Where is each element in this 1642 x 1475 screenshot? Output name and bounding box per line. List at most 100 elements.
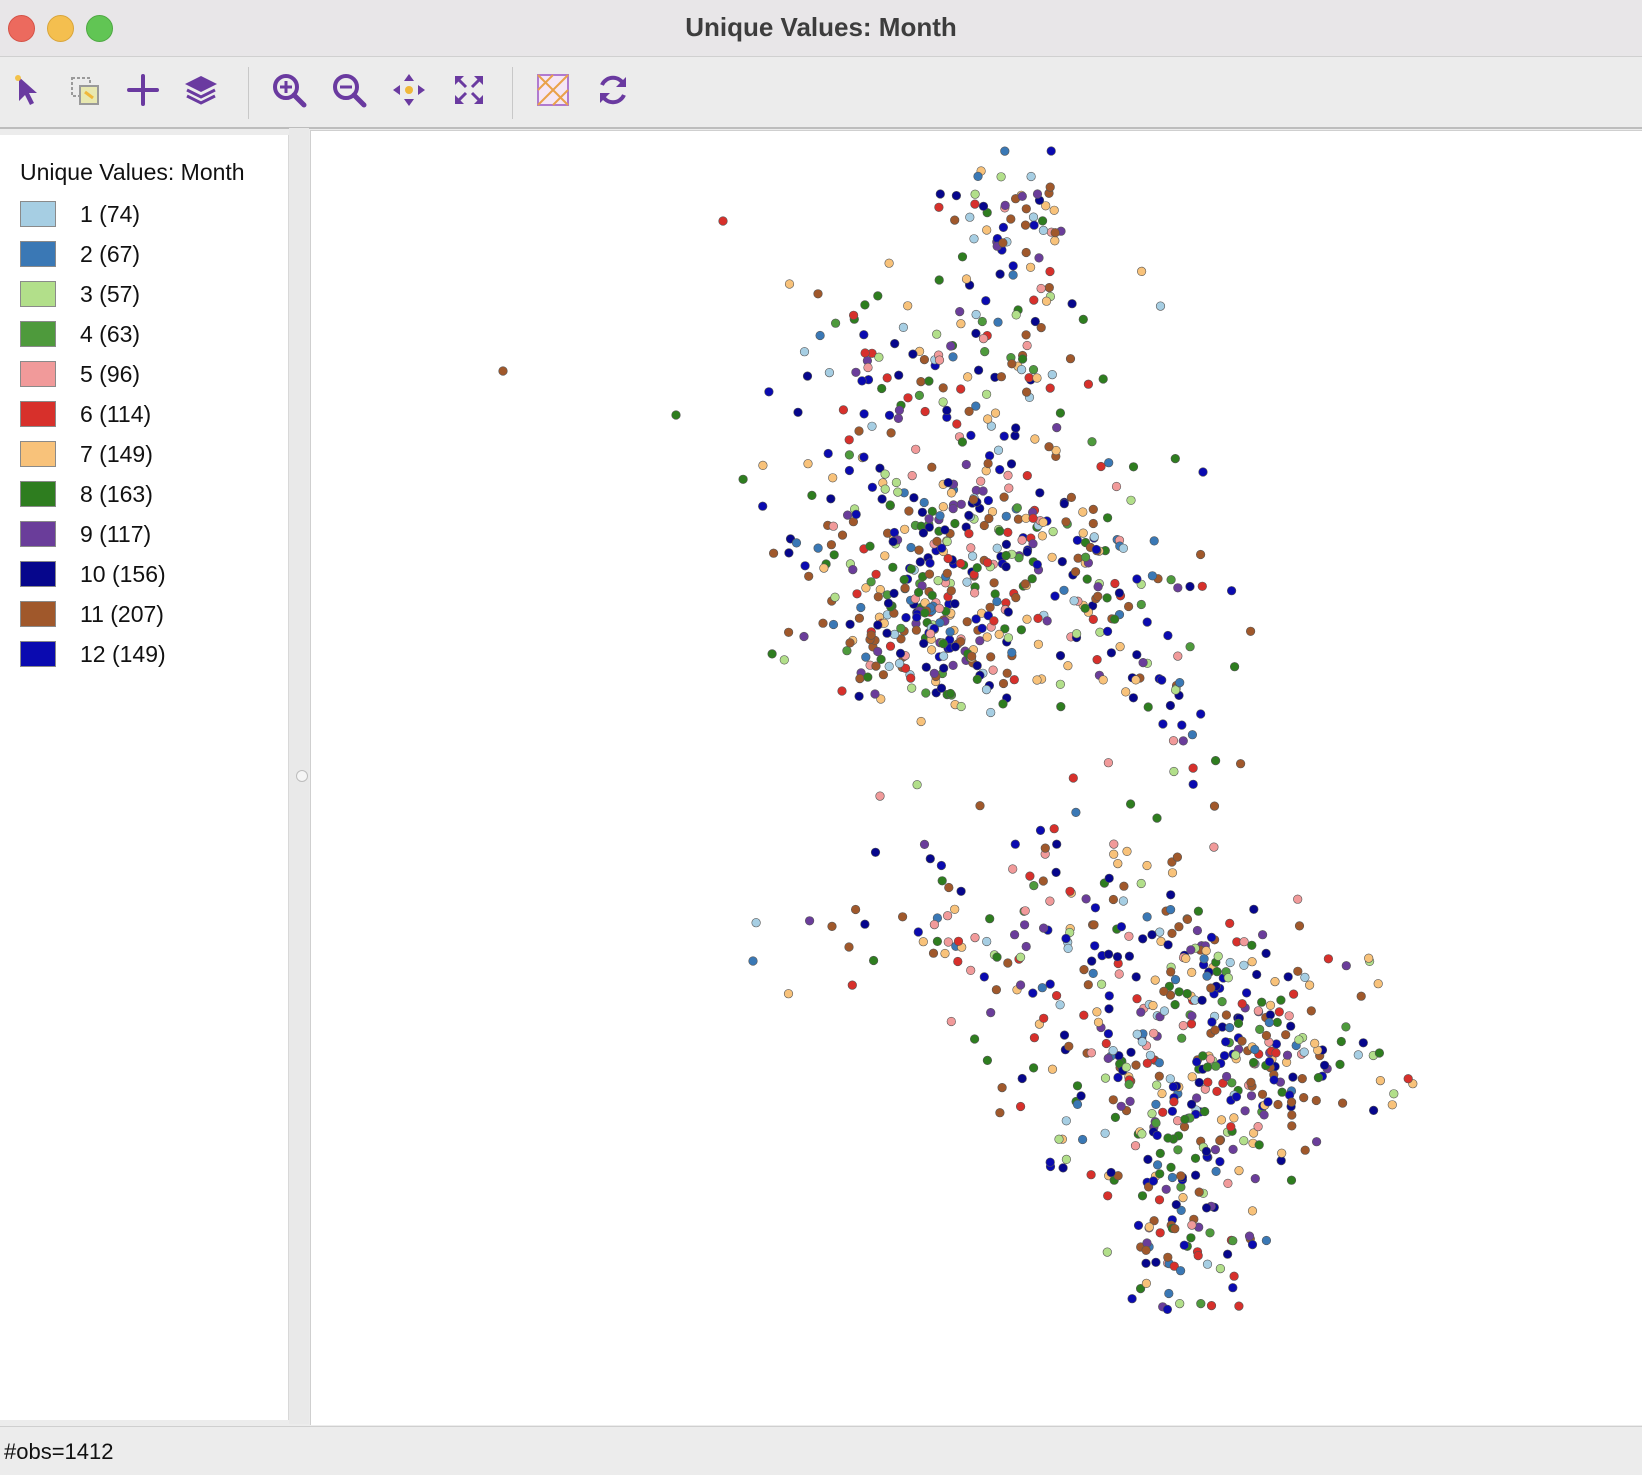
map-point[interactable] xyxy=(805,916,815,926)
map-point[interactable] xyxy=(972,563,982,573)
map-point[interactable] xyxy=(1190,1153,1201,1163)
map-point[interactable] xyxy=(1044,283,1054,293)
map-point[interactable] xyxy=(1022,471,1032,481)
legend-item[interactable]: 8 (163) xyxy=(20,479,153,509)
map-point[interactable] xyxy=(903,393,913,403)
map-point[interactable] xyxy=(981,296,991,306)
map-point[interactable] xyxy=(929,668,939,679)
legend-item[interactable]: 7 (149) xyxy=(20,439,153,469)
map-point[interactable] xyxy=(1065,354,1076,364)
map-point[interactable] xyxy=(1167,928,1177,939)
map-point[interactable] xyxy=(1212,966,1222,977)
map-point[interactable] xyxy=(948,660,958,671)
map-point[interactable] xyxy=(870,847,881,857)
map-point[interactable] xyxy=(1147,930,1157,940)
map-point[interactable] xyxy=(807,490,817,501)
map-point[interactable] xyxy=(1247,940,1257,950)
map-point[interactable] xyxy=(991,985,1002,995)
map-point[interactable] xyxy=(888,562,898,572)
map-point[interactable] xyxy=(1037,216,1048,226)
map-point[interactable] xyxy=(1088,968,1098,979)
map-point[interactable] xyxy=(1082,574,1092,584)
map-point[interactable] xyxy=(1067,299,1077,309)
map-point[interactable] xyxy=(844,450,855,460)
map-point[interactable] xyxy=(1010,839,1020,849)
map-point[interactable] xyxy=(1193,906,1204,916)
map-point[interactable] xyxy=(1201,1146,1212,1157)
map-point[interactable] xyxy=(1249,904,1259,914)
map-point[interactable] xyxy=(1038,517,1048,527)
map-point[interactable] xyxy=(950,599,960,609)
map-point[interactable] xyxy=(986,707,996,718)
map-point[interactable] xyxy=(1089,920,1099,930)
map-point[interactable] xyxy=(1114,588,1125,598)
map-point[interactable] xyxy=(912,780,922,790)
map-point[interactable] xyxy=(1254,1140,1264,1150)
map-point[interactable] xyxy=(1049,824,1059,834)
map-point[interactable] xyxy=(1274,1007,1284,1017)
map-point[interactable] xyxy=(1269,1075,1279,1085)
map-point[interactable] xyxy=(924,376,934,386)
map-point[interactable] xyxy=(1059,585,1069,595)
map-point[interactable] xyxy=(826,494,836,504)
map-point[interactable] xyxy=(1108,1095,1118,1105)
map-point[interactable] xyxy=(1103,758,1114,768)
map-point[interactable] xyxy=(1239,1136,1249,1146)
map-point[interactable] xyxy=(985,914,995,924)
map-point[interactable] xyxy=(1187,1220,1197,1230)
map-point[interactable] xyxy=(1149,536,1159,546)
map-point[interactable] xyxy=(1281,1030,1291,1040)
map-point[interactable] xyxy=(1247,1206,1258,1216)
map-point[interactable] xyxy=(1081,894,1091,904)
map-point[interactable] xyxy=(1210,1144,1221,1155)
map-point[interactable] xyxy=(1064,1041,1074,1051)
map-point[interactable] xyxy=(934,202,944,212)
map-point[interactable] xyxy=(1093,591,1103,601)
map-point[interactable] xyxy=(893,413,904,424)
zoom-out-button[interactable] xyxy=(326,67,372,113)
map-point[interactable] xyxy=(1066,492,1077,503)
map-point[interactable] xyxy=(1059,499,1069,509)
map-point[interactable] xyxy=(1102,513,1113,523)
legend-item[interactable]: 11 (207) xyxy=(20,599,164,629)
map-point[interactable] xyxy=(1202,971,1212,981)
map-point[interactable] xyxy=(1083,379,1094,389)
map-point[interactable] xyxy=(1174,987,1184,997)
map-point[interactable] xyxy=(1016,365,1027,375)
map-point[interactable] xyxy=(935,189,945,199)
map-point[interactable] xyxy=(1030,434,1040,444)
map-point[interactable] xyxy=(1192,925,1203,936)
map-point[interactable] xyxy=(1294,921,1305,931)
map-point[interactable] xyxy=(1159,986,1169,997)
map-point[interactable] xyxy=(1225,918,1235,929)
map-point[interactable] xyxy=(898,322,909,332)
map-point[interactable] xyxy=(1072,1099,1083,1110)
map-point[interactable] xyxy=(1132,574,1142,584)
map-point[interactable] xyxy=(1128,462,1139,472)
map-point[interactable] xyxy=(999,431,1009,441)
map-point[interactable] xyxy=(1202,1062,1213,1072)
map-point[interactable] xyxy=(1141,1245,1151,1255)
map-point[interactable] xyxy=(1169,1097,1179,1107)
map-point[interactable] xyxy=(845,638,855,648)
map-point[interactable] xyxy=(1185,642,1195,652)
map-point[interactable] xyxy=(972,674,982,685)
map-point[interactable] xyxy=(1373,979,1383,989)
map-point[interactable] xyxy=(1042,616,1052,626)
map-point[interactable] xyxy=(1071,629,1082,639)
map-point[interactable] xyxy=(968,495,979,505)
map-point[interactable] xyxy=(1211,1166,1221,1176)
map-point[interactable] xyxy=(970,189,980,199)
map-point[interactable] xyxy=(973,171,983,182)
map-point[interactable] xyxy=(938,651,949,661)
map-point[interactable] xyxy=(976,476,986,486)
map-point[interactable] xyxy=(1045,182,1055,192)
map-point[interactable] xyxy=(929,919,940,930)
map-point[interactable] xyxy=(1050,591,1060,601)
map-point[interactable] xyxy=(995,1108,1005,1118)
map-point[interactable] xyxy=(934,355,945,365)
map-point[interactable] xyxy=(1035,825,1046,836)
map-point[interactable] xyxy=(854,426,864,436)
map-point[interactable] xyxy=(957,252,968,262)
map-point[interactable] xyxy=(1003,527,1013,538)
